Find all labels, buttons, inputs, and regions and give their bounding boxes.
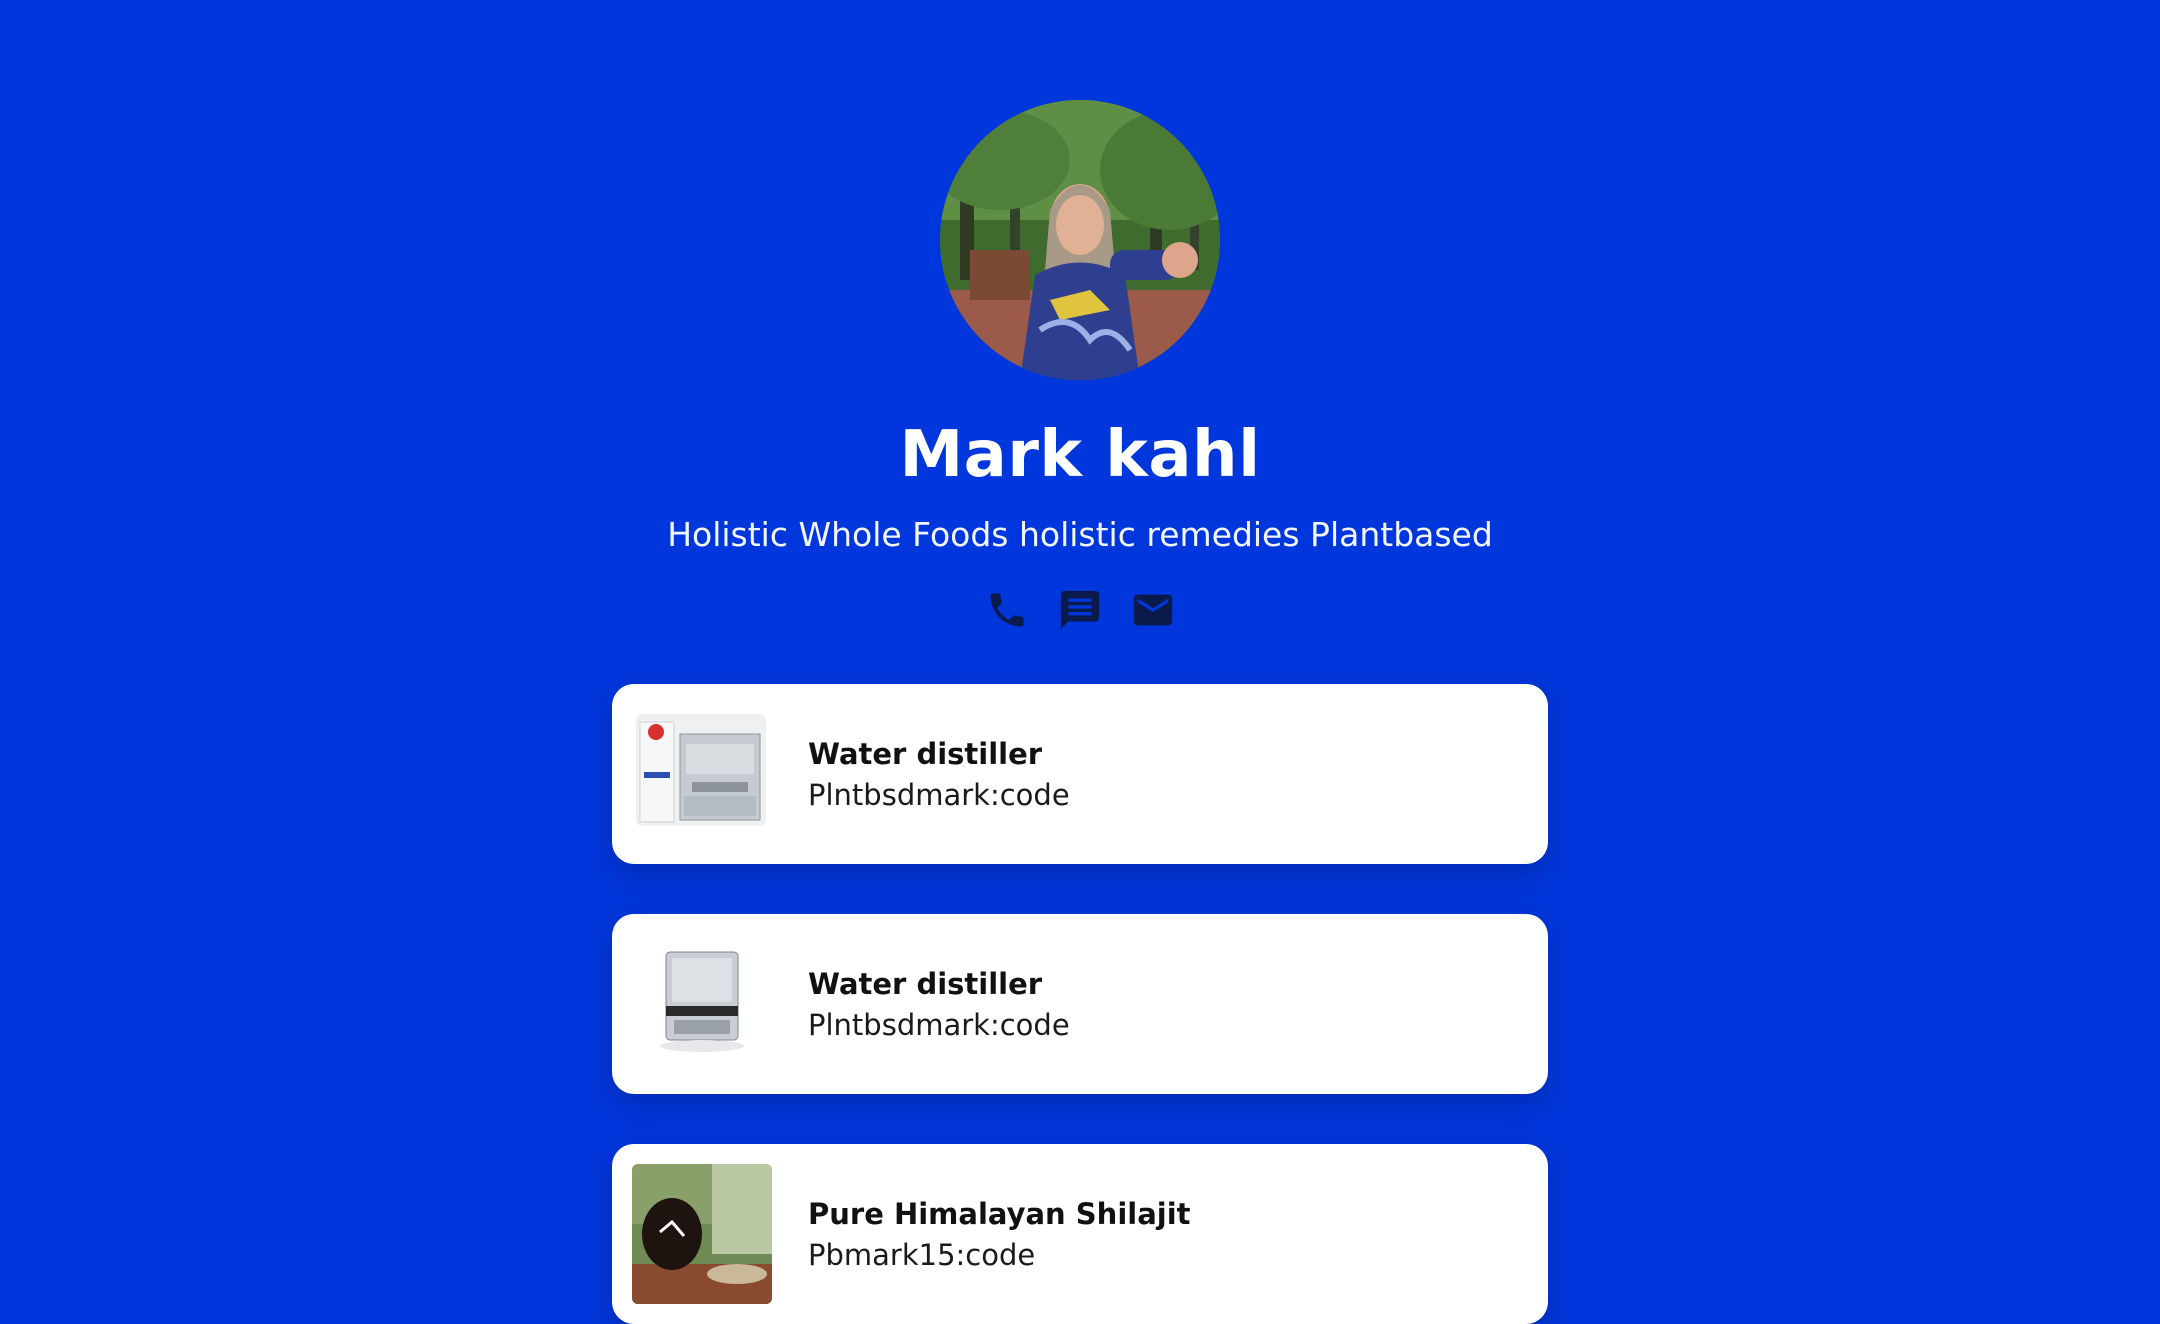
- water-distiller-unit-icon: [636, 944, 766, 1056]
- link-subtitle: Plntbsdmark:code: [808, 1008, 1070, 1042]
- link-card-shilajit[interactable]: Pure Himalayan Shilajit Pbmark15:code: [612, 1144, 1548, 1324]
- link-title: Pure Himalayan Shilajit: [808, 1197, 1191, 1231]
- link-title: Water distiller: [808, 737, 1043, 771]
- sms-icon: [1060, 590, 1100, 630]
- link-title: Water distiller: [808, 967, 1043, 1001]
- link-card-water-distiller-1[interactable]: Water distiller Plntbsdmark:code: [612, 684, 1548, 864]
- link-subtitle: Plntbsdmark:code: [808, 778, 1070, 812]
- profile-bio: Holistic Whole Foods holistic remedies P…: [667, 515, 1493, 554]
- phone-icon: [990, 593, 1024, 627]
- email-icon: [1133, 594, 1173, 626]
- email-button[interactable]: [1126, 583, 1180, 637]
- link-thumbnail: [632, 1164, 772, 1304]
- link-thumbnail: [636, 944, 766, 1056]
- sms-button[interactable]: [1053, 583, 1107, 637]
- link-subtitle: Pbmark15:code: [808, 1238, 1036, 1272]
- avatar-photo: [940, 100, 1220, 380]
- avatar: [940, 100, 1220, 380]
- contact-buttons: [980, 580, 1180, 640]
- link-thumbnail: [636, 714, 766, 826]
- water-distiller-box-icon: [636, 714, 766, 826]
- shilajit-jar-icon: [632, 1164, 772, 1304]
- call-button[interactable]: [980, 583, 1034, 637]
- link-card-water-distiller-2[interactable]: Water distiller Plntbsdmark:code: [612, 914, 1548, 1094]
- profile-name: Mark kahl: [899, 418, 1261, 492]
